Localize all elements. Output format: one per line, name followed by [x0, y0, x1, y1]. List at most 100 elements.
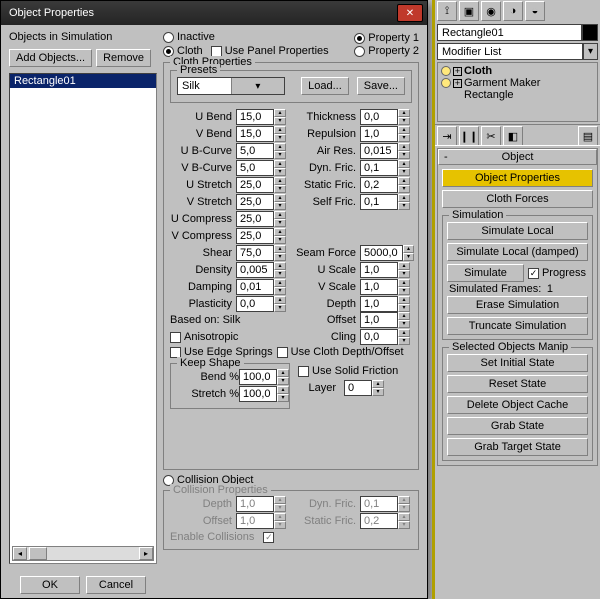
chevron-down-icon[interactable] — [231, 78, 285, 94]
v-bcurve-field[interactable]: 5,0▴▾ — [236, 160, 290, 176]
titlebar[interactable]: Object Properties — [1, 1, 427, 25]
expand-icon[interactable]: + — [453, 79, 462, 88]
remove-button[interactable]: Remove — [96, 49, 151, 67]
v-scale-field[interactable]: 1,0▴▾ — [360, 279, 414, 295]
stack-icon[interactable]: ✂ — [481, 126, 501, 146]
presets-fieldset: Presets Silk Load... Save... — [170, 70, 412, 103]
property2-radio[interactable]: Property 2 — [354, 45, 419, 57]
u-bend-field[interactable]: 15,0▴▾ — [236, 109, 290, 125]
u-compress-field[interactable]: 25,0▴▾ — [236, 211, 290, 227]
cancel-button[interactable]: Cancel — [86, 576, 146, 594]
expand-icon[interactable]: + — [453, 67, 462, 76]
pin-icon[interactable]: ⇥ — [437, 126, 457, 146]
static-fric-field[interactable]: 0,2▴▾ — [360, 177, 414, 193]
tool-icon[interactable]: ⟟ — [437, 1, 457, 21]
coll-offset-field: 1,0▴▾ — [236, 513, 290, 529]
bulb-icon[interactable] — [441, 78, 451, 88]
air-res-field[interactable]: 0,015▴▾ — [360, 143, 414, 159]
stack-icon[interactable]: ◧ — [503, 126, 523, 146]
simulate-local-damped-button[interactable]: Simulate Local (damped) — [447, 243, 588, 261]
object-properties-button[interactable]: Object Properties — [442, 169, 593, 187]
erase-simulation-button[interactable]: Erase Simulation — [447, 296, 588, 314]
stack-toolbar: ⇥ ❙❙ ✂ ◧ ▤ — [435, 124, 600, 146]
stack-icon[interactable]: ❙❙ — [459, 126, 479, 146]
keep-shape-fieldset: Keep Shape Bend % 100,0▴▾ Stretch % 100,… — [170, 363, 290, 409]
damping-field[interactable]: 0,01▴▾ — [236, 279, 290, 295]
u-bcurve-field[interactable]: 5,0▴▾ — [236, 143, 290, 159]
tool-icon[interactable]: ◒ — [525, 1, 545, 21]
thickness-field[interactable]: 0,0▴▾ — [360, 109, 414, 125]
u-stretch-field[interactable]: 25,0▴▾ — [236, 177, 290, 193]
tool-icon[interactable]: ◑ — [503, 1, 523, 21]
dyn-fric-field[interactable]: 0,1▴▾ — [360, 160, 414, 176]
tool-icon[interactable]: ▣ — [459, 1, 479, 21]
solid-friction-check[interactable]: Use Solid Friction — [298, 365, 398, 377]
seam-force-field[interactable]: 5000,0▴▾ — [360, 245, 414, 261]
self-fric-field[interactable]: 0,1▴▾ — [360, 194, 414, 210]
shear-field[interactable]: 75,0▴▾ — [236, 245, 290, 261]
cloth-properties-fieldset: Cloth Properties Presets Silk Load... Sa… — [163, 62, 419, 470]
v-bend-field[interactable]: 15,0▴▾ — [236, 126, 290, 142]
chevron-down-icon[interactable] — [583, 43, 598, 60]
layer-field[interactable]: 0▴▾ — [344, 380, 384, 396]
coll-dyn-field: 0,1▴▾ — [360, 496, 414, 512]
depth-field[interactable]: 1,0▴▾ — [360, 296, 414, 312]
selected-objects-fieldset: Selected Objects Manip Set Initial State… — [442, 347, 593, 461]
inactive-radio[interactable]: Inactive — [163, 31, 329, 43]
bulb-icon[interactable] — [441, 66, 451, 76]
tree-item[interactable]: +Cloth — [440, 65, 595, 77]
preset-dropdown[interactable]: Silk — [177, 77, 285, 95]
object-color-swatch[interactable] — [582, 24, 598, 41]
density-field[interactable]: 0,005▴▾ — [236, 262, 290, 278]
objects-heading: Objects in Simulation — [9, 31, 157, 43]
modifier-list-dropdown[interactable]: Modifier List — [437, 43, 598, 60]
property1-radio[interactable]: Property 1 — [354, 32, 419, 44]
ok-button[interactable]: OK — [20, 576, 80, 594]
modifier-stack[interactable]: +Cloth +Garment Maker Rectangle — [437, 62, 598, 122]
close-icon[interactable] — [397, 4, 423, 22]
params-grid: U Bend15,0▴▾ Thickness0,0▴▾ V Bend15,0▴▾… — [170, 109, 412, 312]
simulate-local-button[interactable]: Simulate Local — [447, 222, 588, 240]
rollout-header[interactable]: - Object — [438, 149, 597, 165]
tool-icon[interactable]: ◉ — [481, 1, 501, 21]
stretch-pct-field[interactable]: 100,0▴▾ — [239, 386, 295, 402]
objects-list[interactable]: Rectangle01 ◂ ▸ — [9, 73, 157, 564]
v-stretch-field[interactable]: 25,0▴▾ — [236, 194, 290, 210]
grab-target-state-button[interactable]: Grab Target State — [447, 438, 588, 456]
cloth-depth-check[interactable]: Use Cloth Depth/Offset — [277, 346, 404, 358]
plasticity-field[interactable]: 0,0▴▾ — [236, 296, 290, 312]
truncate-simulation-button[interactable]: Truncate Simulation — [447, 317, 588, 335]
grab-state-button[interactable]: Grab State — [447, 417, 588, 435]
scroll-left-arrow-icon[interactable]: ◂ — [13, 547, 27, 560]
offset-field[interactable]: 1,0▴▾ — [360, 312, 414, 328]
coll-static-field: 0,2▴▾ — [360, 513, 414, 529]
repulsion-field[interactable]: 1,0▴▾ — [360, 126, 414, 142]
reset-state-button[interactable]: Reset State — [447, 375, 588, 393]
scroll-right-arrow-icon[interactable]: ▸ — [139, 547, 153, 560]
tree-item[interactable]: +Garment Maker — [440, 77, 595, 89]
object-name-field[interactable]: Rectangle01 — [437, 24, 598, 41]
save-preset-button[interactable]: Save... — [357, 77, 405, 95]
simulation-fieldset: Simulation Simulate Local Simulate Local… — [442, 215, 593, 340]
delete-cache-button[interactable]: Delete Object Cache — [447, 396, 588, 414]
objects-column: Objects in Simulation Add Objects... Rem… — [9, 31, 157, 594]
config-icon[interactable]: ▤ — [578, 126, 598, 146]
simulate-button[interactable]: Simulate — [447, 264, 524, 282]
cloth-forces-button[interactable]: Cloth Forces — [442, 190, 593, 208]
list-item[interactable]: Rectangle01 — [10, 74, 156, 88]
bend-pct-field[interactable]: 100,0▴▾ — [239, 369, 295, 385]
v-compress-field[interactable]: 25,0▴▾ — [236, 228, 290, 244]
minus-icon: - — [444, 151, 448, 163]
anisotropic-check[interactable]: Anisotropic — [170, 331, 290, 343]
add-objects-button[interactable]: Add Objects... — [9, 49, 92, 67]
tree-item[interactable]: Rectangle — [440, 89, 595, 101]
cling-field[interactable]: 0,0▴▾ — [360, 329, 414, 345]
progress-check[interactable]: Progress — [526, 264, 588, 282]
frames-label: Simulated Frames: — [449, 283, 541, 295]
set-initial-state-button[interactable]: Set Initial State — [447, 354, 588, 372]
scroll-thumb[interactable] — [29, 547, 47, 560]
properties-column: Inactive Cloth Use Panel Properties Prop… — [163, 31, 419, 594]
load-preset-button[interactable]: Load... — [301, 77, 349, 95]
h-scrollbar[interactable]: ◂ ▸ — [12, 546, 154, 561]
u-scale-field[interactable]: 1,0▴▾ — [360, 262, 414, 278]
